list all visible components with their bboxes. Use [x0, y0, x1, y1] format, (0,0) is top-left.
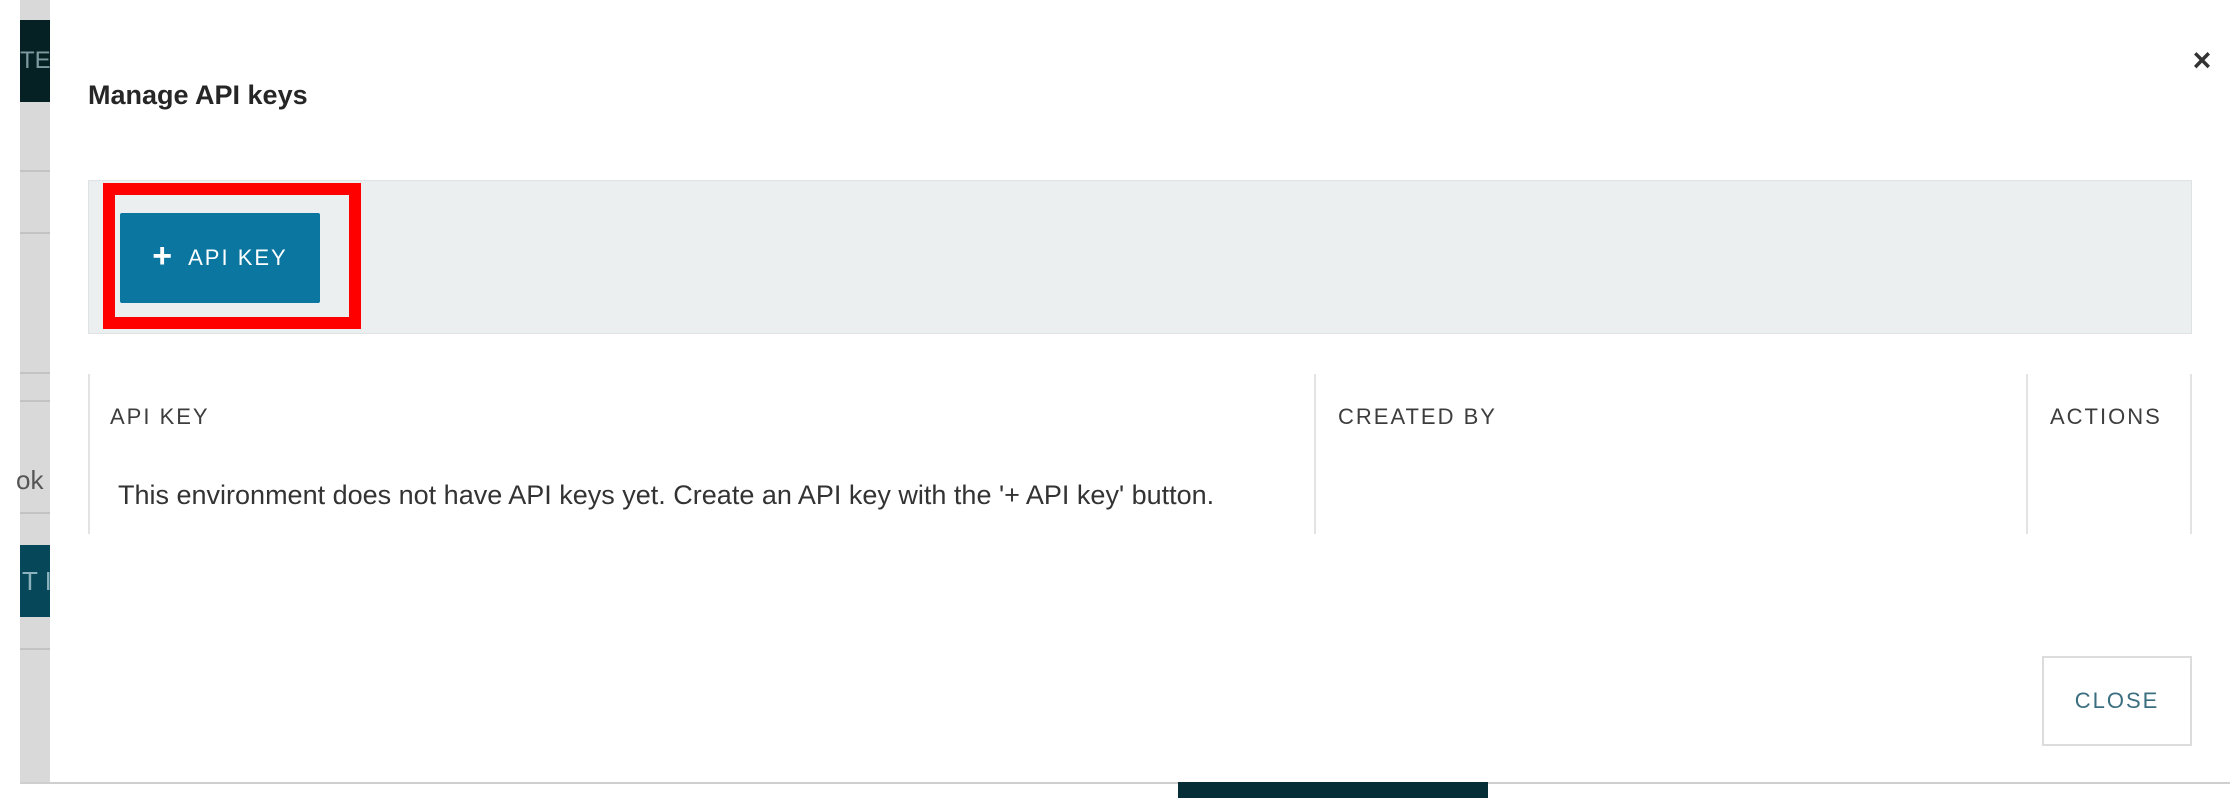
column-header-actions: ACTIONS — [2050, 404, 2162, 429]
close-button[interactable]: CLOSE — [2042, 656, 2192, 746]
background-topbar-text: TE — [20, 47, 51, 74]
background-divider — [20, 512, 50, 514]
background-footer — [20, 782, 2230, 798]
column-header-created-by[interactable]: CREATED BY — [1338, 404, 1497, 430]
manage-api-keys-dialog: Manage API keys × + API KEY API KEY CREA… — [50, 0, 2230, 782]
background-button-label: T I — [22, 566, 52, 596]
close-button-label: CLOSE — [2074, 688, 2160, 713]
close-icon[interactable]: × — [2188, 44, 2216, 76]
background-dark-button — [1178, 782, 1488, 798]
background-text: ok — [16, 465, 44, 495]
background-footer-line — [20, 782, 2230, 784]
api-keys-table: API KEY CREATED BY ACTIONS This environm… — [88, 374, 2192, 534]
column-header-api-key[interactable]: API KEY — [110, 404, 210, 430]
background-divider — [20, 372, 50, 374]
table-column-divider — [1314, 374, 1316, 534]
api-key-toolbar — [88, 180, 2192, 334]
background-divider — [20, 232, 50, 234]
background-divider — [20, 400, 50, 402]
dialog-title: Manage API keys — [88, 80, 308, 110]
table-column-divider — [2190, 374, 2192, 534]
highlight-box — [103, 183, 361, 329]
table-column-divider — [2026, 374, 2028, 534]
empty-table-message: This environment does not have API keys … — [118, 480, 1215, 510]
table-column-divider — [88, 374, 90, 534]
background-divider — [20, 170, 50, 172]
background-divider — [20, 648, 50, 650]
